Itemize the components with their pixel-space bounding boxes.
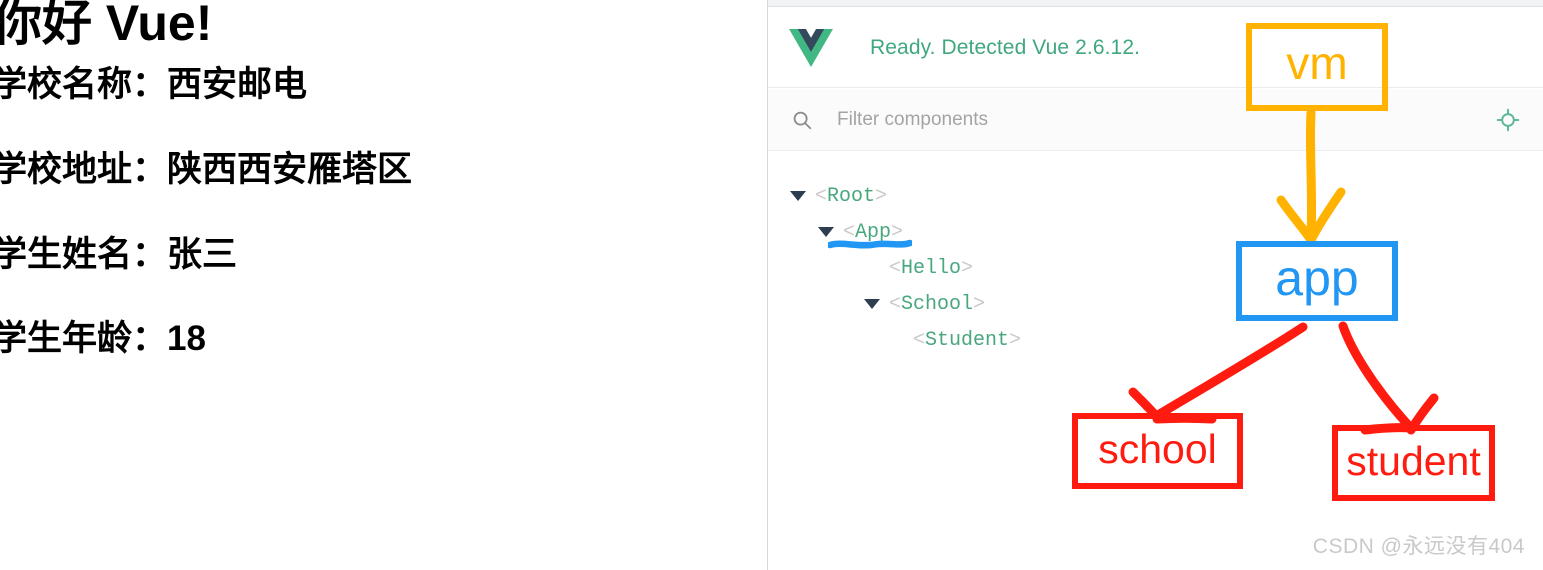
- label-student-name: 学生姓名：: [0, 234, 168, 274]
- tag-open-bracket: <: [815, 184, 828, 208]
- tag-open-bracket: <: [889, 292, 902, 316]
- tree-item-student[interactable]: < Student >: [768, 322, 1543, 358]
- devtools-status-bar: Ready. Detected Vue 2.6.12.: [768, 8, 1543, 88]
- tag-close-bracket: >: [891, 220, 904, 244]
- chevron-down-icon[interactable]: [790, 191, 806, 201]
- chevron-down-icon[interactable]: [818, 227, 834, 237]
- value-student-name: 张三: [167, 234, 238, 274]
- tree-item-label: Hello: [901, 256, 962, 280]
- target-crosshair-icon[interactable]: [1495, 107, 1521, 133]
- annotation-box-student: student: [1332, 425, 1495, 501]
- devtools-top-strip: [768, 0, 1543, 7]
- chevron-down-icon[interactable]: [864, 299, 880, 309]
- page-title: 你好 Vue!: [0, 0, 213, 51]
- filter-components-input[interactable]: [837, 108, 1495, 131]
- tree-item-label: App: [855, 220, 892, 244]
- tree-item-hello[interactable]: < Hello >: [768, 250, 1543, 286]
- devtools-status-text: Ready. Detected Vue 2.6.12.: [870, 35, 1141, 59]
- tree-item-school[interactable]: < School >: [768, 286, 1543, 322]
- label-student-age: 学生年龄：: [0, 319, 168, 359]
- tree-item-label: Student: [925, 328, 1010, 352]
- tree-item-root[interactable]: < Root >: [768, 178, 1543, 214]
- tag-close-bracket: >: [875, 184, 888, 208]
- label-school-name: 学校名称：: [0, 65, 168, 104]
- rendered-app-pane: 你好 Vue! 学校名称：西安邮电 学校地址：陕西西安雁塔区 学生姓名：张三 学…: [0, 0, 767, 570]
- devtools-filter-bar: [768, 89, 1543, 151]
- value-student-age: 18: [167, 319, 206, 359]
- watermark-text: CSDN @永远没有404: [1312, 535, 1525, 558]
- vue-logo-icon: [789, 28, 833, 67]
- info-row-school-address: 学校地址：陕西西安雁塔区: [0, 149, 767, 189]
- annotation-box-vm: vm: [1246, 23, 1388, 111]
- info-row-student-age: 学生年龄：18: [0, 319, 767, 359]
- tag-open-bracket: <: [843, 220, 856, 244]
- tag-close-bracket: >: [973, 292, 986, 316]
- tag-close-bracket: >: [1009, 328, 1022, 352]
- search-icon: [793, 111, 812, 129]
- info-row-student-name: 学生姓名：张三: [0, 234, 767, 274]
- tag-close-bracket: >: [961, 256, 974, 280]
- tree-item-label: Root: [827, 184, 876, 208]
- annotation-box-app: app: [1236, 241, 1398, 321]
- tree-item-label: School: [901, 292, 974, 316]
- tag-open-bracket: <: [889, 256, 902, 280]
- tag-open-bracket: <: [913, 328, 926, 352]
- value-school-address: 陕西西安雁塔区: [167, 149, 413, 189]
- value-school-name: 西安邮电: [167, 65, 308, 104]
- component-tree: < Root > < App > < Hello > < School > < Student >: [768, 160, 1543, 358]
- screenshot-root: 你好 Vue! 学校名称：西安邮电 学校地址：陕西西安雁塔区 学生姓名：张三 学…: [0, 0, 1543, 570]
- label-school-address: 学校地址：: [0, 149, 168, 189]
- info-row-school-name: 学校名称：西安邮电: [0, 65, 767, 104]
- tree-item-app[interactable]: < App >: [768, 214, 1543, 250]
- annotation-box-school: school: [1072, 413, 1243, 489]
